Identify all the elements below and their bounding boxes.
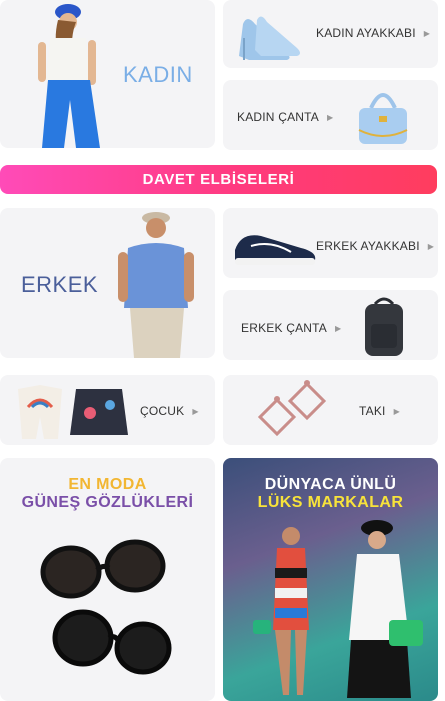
triangle-right-icon: ▶ (423, 29, 431, 38)
erkek-title: ERKEK (21, 272, 99, 297)
erkek-canta-text: ERKEK ÇANTA (241, 321, 327, 335)
kadin-canta-tile[interactable]: KADIN ÇANTA ▶ (223, 80, 438, 150)
women-shoes-image (239, 16, 300, 60)
erkek-canta-tile[interactable]: ERKEK ÇANTA ▶ (223, 290, 438, 360)
luks-markalar-tile[interactable]: DÜNYACA ÜNLÜ LÜKS MARKALAR (223, 458, 438, 701)
taki-tile[interactable]: TAKI ▶ (223, 375, 438, 445)
man-model-image (118, 212, 194, 358)
kadin-tile[interactable]: KADIN (0, 0, 215, 148)
kadin-canta-label: KADIN ÇANTA ▶ (237, 110, 333, 124)
triangle-right-icon: ▶ (327, 113, 334, 122)
kadin-title: KADIN (123, 62, 193, 87)
men-shoes-image (235, 235, 316, 265)
gunes-gozlukleri-tile[interactable]: EN MODA GÜNEŞ GÖZLÜKLERİ (0, 458, 215, 701)
cocuk-text: ÇOCUK (140, 404, 185, 418)
taki-label: TAKI ▶ (359, 404, 400, 418)
erkek-canta-label: ERKEK ÇANTA ▶ (241, 321, 341, 335)
triangle-right-icon: ▶ (393, 407, 400, 416)
taki-text: TAKI (359, 404, 386, 418)
luks-heading-line1: DÜNYACA ÜNLÜ (264, 476, 397, 493)
luxury-models-image (253, 520, 423, 698)
men-backpack-image (365, 297, 403, 356)
triangle-right-icon: ▶ (192, 407, 199, 416)
earrings-image (257, 380, 327, 437)
gozluk-heading-line1: EN MODA (68, 476, 147, 493)
luks-heading-line2: LÜKS MARKALAR (257, 494, 404, 511)
kadin-canta-text: KADIN ÇANTA (237, 110, 319, 124)
gozluk-heading-line2: GÜNEŞ GÖZLÜKLERİ (21, 494, 194, 511)
davet-elbiseleri-banner[interactable]: DAVET ELBİSELERİ (0, 165, 437, 194)
erkek-tile[interactable]: ERKEK (0, 208, 215, 358)
erkek-ayakkabi-text: ERKEK AYAKKABI (316, 239, 420, 253)
cocuk-label: ÇOCUK ▶ (140, 404, 199, 418)
triangle-right-icon: ▶ (335, 324, 342, 333)
cocuk-tile[interactable]: ÇOCUK ▶ (0, 375, 215, 445)
kadin-ayakkabi-text: KADIN AYAKKABI (316, 26, 416, 40)
sunglasses-image (40, 539, 172, 675)
kadin-ayakkabi-label: KADIN AYAKKABI ▶ (316, 26, 430, 40)
kadin-ayakkabi-tile[interactable]: KADIN AYAKKABI ▶ (223, 0, 438, 68)
triangle-right-icon: ▶ (427, 242, 435, 251)
woman-model-image (38, 4, 100, 148)
erkek-ayakkabi-tile[interactable]: ERKEK AYAKKABI ▶ (223, 208, 438, 278)
kids-clothes-image (18, 385, 128, 439)
erkek-ayakkabi-label: ERKEK AYAKKABI ▶ (316, 239, 434, 253)
women-bag-image (358, 93, 408, 144)
